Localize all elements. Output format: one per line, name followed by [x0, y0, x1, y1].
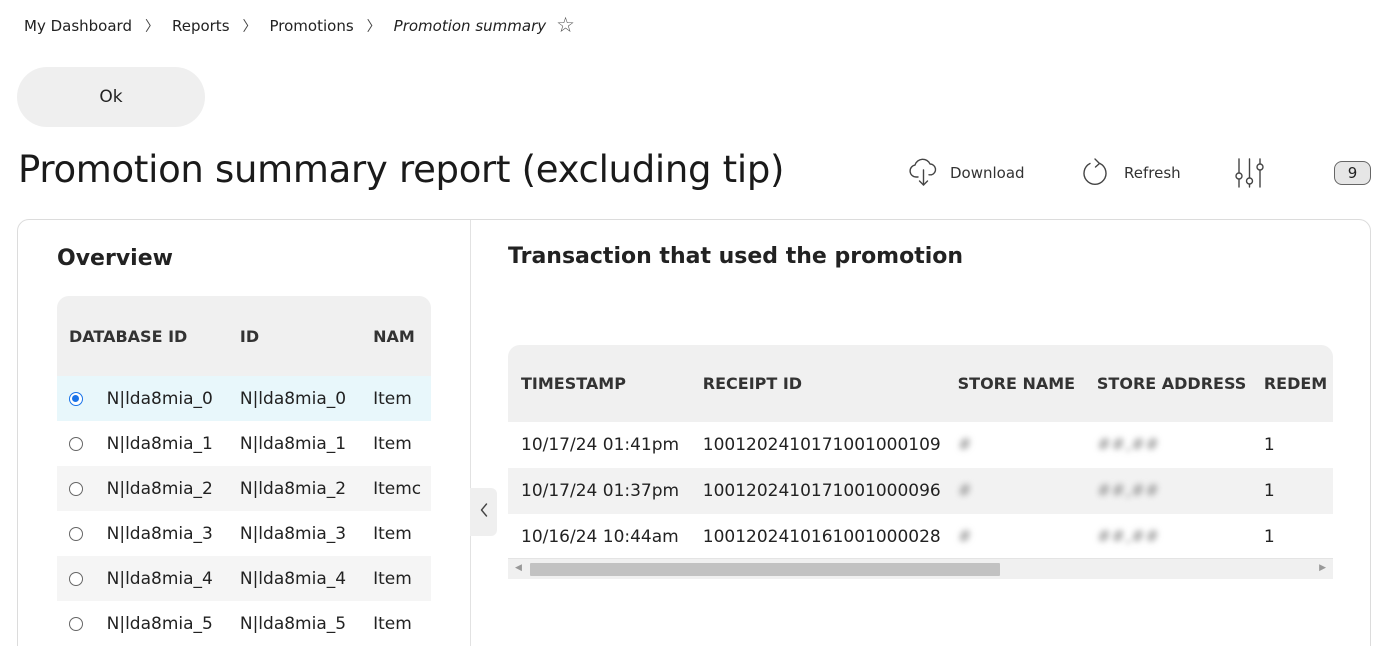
redeemed-cell: 1 — [1263, 435, 1275, 455]
column-header-store-address[interactable]: STORE ADDRESS — [1097, 374, 1264, 393]
transactions-table-header: TIMESTAMP RECEIPT ID STORE NAME STORE AD… — [508, 345, 1333, 422]
row-radio[interactable] — [69, 391, 83, 406]
store-name-cell: # — [957, 527, 972, 547]
transactions-table: TIMESTAMP RECEIPT ID STORE NAME STORE AD… — [508, 345, 1333, 580]
breadcrumb-separator: 〉 — [242, 18, 257, 35]
store-address-cell: ##,## — [1096, 527, 1160, 547]
database-id-cell: N|lda8mia_3 — [106, 523, 213, 544]
horizontal-scrollbar[interactable]: ◀ ▶ — [508, 558, 1333, 579]
download-button[interactable]: Download — [908, 158, 1025, 188]
database-id-cell: N|lda8mia_2 — [106, 478, 213, 499]
id-cell: N|lda8mia_5 — [239, 613, 347, 634]
id-cell: N|lda8mia_3 — [239, 523, 347, 544]
database-id-cell: N|lda8mia_1 — [106, 433, 213, 454]
id-cell: N|lda8mia_4 — [239, 568, 347, 589]
table-row[interactable]: N|lda8mia_5 N|lda8mia_5 Item — [57, 601, 431, 646]
breadcrumb-separator: 〉 — [144, 18, 159, 35]
row-radio[interactable] — [69, 616, 83, 631]
store-name-cell: # — [957, 481, 972, 501]
sliders-icon — [1234, 157, 1265, 189]
breadcrumb-promotions[interactable]: Promotions — [270, 17, 354, 35]
breadcrumb-current: Promotion summary — [393, 16, 547, 35]
name-cell: Item — [373, 433, 412, 454]
breadcrumb-my-dashboard[interactable]: My Dashboard — [24, 17, 132, 35]
overview-title: Overview — [57, 246, 173, 271]
column-header-database-id[interactable]: DATABASE ID — [57, 327, 240, 346]
id-cell: N|lda8mia_1 — [239, 433, 347, 454]
table-row[interactable]: N|lda8mia_2 N|lda8mia_2 Itemc — [57, 466, 431, 511]
database-id-cell: N|lda8mia_0 — [106, 388, 213, 409]
redeemed-cell: 1 — [1263, 481, 1275, 501]
row-radio[interactable] — [69, 526, 83, 541]
filter-settings-button[interactable] — [1234, 157, 1265, 189]
download-label: Download — [950, 164, 1025, 182]
row-radio[interactable] — [69, 481, 83, 496]
filter-count-badge[interactable]: 9 — [1334, 161, 1371, 185]
table-row[interactable]: 10/17/24 01:41pm 1001202410171001000109 … — [508, 422, 1333, 468]
name-cell: Item — [373, 613, 412, 634]
id-cell: N|lda8mia_2 — [239, 478, 347, 499]
name-cell: Item — [373, 568, 412, 589]
breadcrumb-separator: 〉 — [366, 18, 381, 35]
column-header-name[interactable]: NAM — [373, 327, 431, 346]
panel-divider — [470, 220, 471, 646]
store-address-cell: ##,## — [1096, 435, 1160, 455]
table-row[interactable]: N|lda8mia_1 N|lda8mia_1 Item — [57, 421, 431, 466]
refresh-label: Refresh — [1124, 164, 1181, 182]
column-header-redeemed[interactable]: REDEM — [1264, 374, 1333, 393]
receipt-id-cell: 1001202410161001000028 — [702, 527, 941, 547]
overview-table: DATABASE ID ID NAM N|lda8mia_0 N|lda8mia… — [57, 296, 431, 646]
table-row[interactable]: N|lda8mia_3 N|lda8mia_3 Item — [57, 511, 431, 556]
ok-button[interactable]: Ok — [17, 67, 205, 127]
id-cell: N|lda8mia_0 — [239, 388, 347, 409]
table-row[interactable]: 10/16/24 10:44am 1001202410161001000028 … — [508, 514, 1333, 560]
collapse-panel-button[interactable] — [470, 488, 497, 536]
receipt-id-cell: 1001202410171001000096 — [702, 481, 941, 501]
page-title: Promotion summary report (excluding tip) — [18, 148, 785, 191]
name-cell: Itemc — [373, 478, 422, 499]
timestamp-cell: 10/17/24 01:37pm — [521, 481, 680, 501]
database-id-cell: N|lda8mia_4 — [106, 568, 213, 589]
timestamp-cell: 10/17/24 01:41pm — [521, 435, 680, 455]
database-id-cell: N|lda8mia_5 — [106, 613, 213, 634]
overview-table-header: DATABASE ID ID NAM — [57, 296, 431, 376]
name-cell: Item — [373, 523, 412, 544]
column-header-receipt-id[interactable]: RECEIPT ID — [703, 374, 958, 393]
chevron-left-icon — [479, 502, 489, 522]
table-row[interactable]: N|lda8mia_0 N|lda8mia_0 Item — [57, 376, 431, 421]
report-card: Overview DATABASE ID ID NAM N|lda8mia_0 … — [17, 219, 1371, 646]
table-row[interactable]: 10/17/24 01:37pm 1001202410171001000096 … — [508, 468, 1333, 514]
table-row[interactable]: N|lda8mia_4 N|lda8mia_4 Item — [57, 556, 431, 601]
scrollbar-thumb[interactable] — [530, 563, 1000, 576]
transactions-title: Transaction that used the promotion — [508, 244, 964, 269]
receipt-id-cell: 1001202410171001000109 — [702, 435, 941, 455]
column-header-store-name[interactable]: STORE NAME — [958, 374, 1097, 393]
scroll-right-arrow-icon[interactable]: ▶ — [1319, 563, 1326, 573]
column-header-id[interactable]: ID — [240, 327, 373, 346]
store-name-cell: # — [957, 435, 972, 455]
scroll-left-arrow-icon[interactable]: ◀ — [515, 563, 522, 573]
store-address-cell: ##,## — [1096, 481, 1160, 501]
column-header-timestamp[interactable]: TIMESTAMP — [508, 374, 703, 393]
timestamp-cell: 10/16/24 10:44am — [521, 527, 679, 547]
row-radio[interactable] — [69, 571, 83, 586]
refresh-button[interactable]: Refresh — [1081, 157, 1181, 189]
breadcrumb-reports[interactable]: Reports — [172, 17, 230, 35]
name-cell: Item — [373, 388, 412, 409]
refresh-icon — [1081, 157, 1109, 189]
cloud-download-icon — [908, 158, 939, 188]
row-radio[interactable] — [69, 436, 83, 451]
redeemed-cell: 1 — [1263, 527, 1275, 547]
favorite-star-icon[interactable]: ☆ — [556, 15, 575, 36]
breadcrumb: My Dashboard 〉 Reports 〉 Promotions 〉 Pr… — [24, 15, 575, 36]
